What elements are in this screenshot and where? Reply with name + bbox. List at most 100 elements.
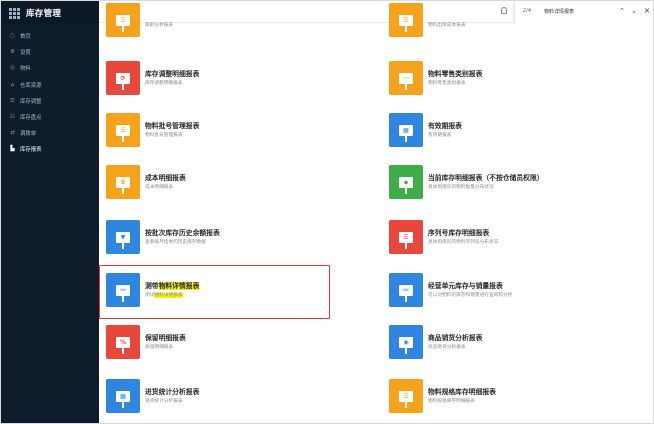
report-card-top-right[interactable]: ☰ 物料出库成本报表 [382, 3, 652, 53]
sidebar-item[interactable]: ○ 首页 [1, 28, 99, 44]
report-icon: ☰ [389, 3, 423, 37]
report-card-material-retail-category[interactable]: ··· 物料零售类别报表 物料零售类别报表 [382, 61, 652, 111]
signboard-icon: ☰ [399, 231, 413, 249]
sidebar-header: 库存管理 [1, 1, 99, 25]
report-title[interactable]: 物料零售类别报表 [428, 68, 482, 78]
sidebar-item-label: 仓库资源 [20, 82, 42, 89]
signboard-icon: ⚯ [399, 284, 413, 302]
signboard-icon: ◉ [399, 336, 413, 354]
sidebar-item-label: 首页 [20, 34, 31, 41]
signboard-icon: ☰ [116, 14, 130, 32]
sidebar-item[interactable]: ☰ 库存调整 [1, 93, 99, 109]
signboard-icon: ▦ [116, 390, 130, 408]
report-description: 具体到库房的物料数量分布状况 [428, 185, 494, 190]
report-description: 物料规格库存明细报表 [428, 399, 475, 404]
report-description: 保留明细报表 [145, 345, 174, 350]
report-description: 进货统计分析报表 [145, 399, 183, 404]
report-card-stock-adjust-detail[interactable]: ⟳ 库存调整明细报表 库存调整明细报表 [99, 61, 369, 111]
report-icon: ☰ [389, 379, 423, 413]
signboard-icon: % [116, 336, 130, 354]
report-card-purchase-sales-stats[interactable]: ▦ 进货统计分析报表 进货统计分析报表 [99, 379, 369, 423]
report-icon: % [106, 325, 140, 359]
sidebar-item[interactable]: ⌂ 仓库资源 [1, 77, 99, 93]
adjust-icon: ☰ [10, 97, 15, 104]
report-icon: ☰ [106, 113, 140, 147]
report-title[interactable]: 有效期报表 [428, 120, 462, 130]
report-card-cost-detail[interactable]: $ 成本明细报表 成本明细报表 [99, 165, 369, 215]
report-card-top-left[interactable]: ☰ 库龄分析报表 [99, 3, 369, 53]
transfer-icon: ⇄ [10, 130, 15, 137]
sidebar-item[interactable]: ⇄ 调拨单 [1, 125, 99, 141]
report-description: 成本明细报表 [145, 185, 174, 190]
report-description: 库存调整明细报表 [145, 81, 183, 86]
signboard-icon: ▦ [399, 124, 413, 142]
sidebar-item-label: 库存盘点 [20, 115, 42, 122]
box-icon: ◎ [10, 65, 15, 72]
report-title[interactable]: 物料批号管理报表 [145, 120, 199, 130]
report-card-business-unit-stock-sales[interactable]: ⚯ 经营单元库存与销量报表可以对物料的库存和销量进行查询和分析 [382, 273, 652, 323]
report-icon: ⟳ [106, 61, 140, 95]
sidebar-item-label: 物料 [20, 66, 31, 73]
report-icon: ◆ [389, 165, 423, 199]
report-title[interactable]: 按批次库存历史余额报表 [145, 227, 220, 237]
report-grid: ☰ 物料规格库存明细报表 物料规格库存明细报表 ▦ 进货统计分析报表 进货统计分析报表 ◉ 商… [99, 3, 653, 423]
report-title[interactable]: 当前库存明细报表（不按仓储员权限） [428, 172, 544, 182]
sidebar-item-label: 库存调整 [20, 98, 42, 105]
signboard-icon: $ [116, 176, 130, 194]
report-title[interactable]: 成本明细报表 [145, 172, 186, 182]
sidebar-item-label: 设置 [20, 50, 31, 57]
checklist-icon: ☷ [10, 114, 15, 121]
sidebar-item[interactable]: ☷ 库存盘点 [1, 109, 99, 125]
report-card-material-spec-stock-detail[interactable]: ☰ 物料规格库存明细报表 物料规格库存明细报表 [382, 379, 652, 423]
signboard-icon: ☰ [399, 390, 413, 408]
report-description: 有效期报表 [428, 133, 452, 138]
report-description: 商品销货分析报表 [428, 345, 466, 350]
sidebar-item-label: 库存报表 [20, 147, 42, 154]
chart-icon: ▙ [10, 146, 15, 153]
sidebar-item[interactable]: ⚙ 设置 [1, 44, 99, 60]
report-icon: $ [106, 165, 140, 199]
sidebar-item[interactable]: ◎ 物料 [1, 60, 99, 76]
sidebar-item-label: 调拨单 [20, 131, 37, 138]
report-card-product-sales-analysis[interactable]: ◉ 商品销货分析报表 商品销货分析报表 [382, 325, 652, 375]
signboard-icon: ··· [399, 72, 413, 90]
signboard-icon: ▼ [116, 231, 130, 249]
report-card-retention-detail[interactable]: % 保留明细报表 保留明细报表 [99, 325, 369, 375]
apps-grid-icon[interactable] [9, 7, 20, 19]
sidebar-item[interactable]: ▙ 库存报表 [1, 141, 99, 157]
signboard-icon: ⟳ [116, 72, 130, 90]
warehouse-icon: ⌂ [10, 81, 15, 88]
report-icon: ☰ [106, 3, 140, 37]
report-description: 物料批号管理报表 [145, 133, 183, 138]
report-title[interactable]: 序列号库存明细报表 [428, 227, 489, 237]
report-title[interactable]: 商品销货分析报表 [428, 332, 482, 342]
app-title: 库存管理 [26, 9, 62, 19]
report-description: 物料出库成本报表 [428, 23, 466, 28]
sidebar-menu: ○ 首页 ⚙ 设置 ◎ 物料 ⌂ 仓库资源 ☰ 库存调整 ☷ 库存盘点 ⇄ 调拨单 ▙ 库存报表 [1, 25, 99, 158]
report-card-serial-stock-detail[interactable]: ☰ 序列号库存明细报表 具体到库房的物料序列号分布状况 [382, 220, 652, 270]
report-title[interactable]: 保留明细报表 [145, 332, 186, 342]
app-window: 库存管理 ○首页⚙设置◎物料⌂仓库资源☰库存调整☷库存盘点⇄调拨单▙库存报表 搜… [0, 0, 654, 424]
report-card-batch-history-balance[interactable]: ▼ 按批次库存历史余额报表 查看每月结余的历史库存数据 [99, 220, 369, 270]
report-title[interactable]: 经营单元库存与销量报表 [428, 280, 503, 290]
signboard-icon: ☰ [399, 14, 413, 32]
report-icon: ☰ [389, 220, 423, 254]
signboard-icon: ☰ [116, 124, 130, 142]
selection-highlight-box [99, 265, 330, 319]
report-description: 可以对物料的库存和销量进行查询和分析 [428, 293, 513, 298]
report-description: 库龄分析报表 [145, 23, 174, 28]
report-icon: ··· [389, 61, 423, 95]
report-title[interactable]: 物料规格库存明细报表 [428, 386, 496, 396]
report-icon: ▦ [106, 379, 140, 413]
report-description: 物料零售类别报表 [428, 81, 466, 86]
report-icon: ⚯ [389, 273, 423, 307]
report-card-material-batch[interactable]: ☰ 物料批号管理报表 物料批号管理报表 [99, 113, 369, 163]
report-icon: ▼ [106, 220, 140, 254]
report-title[interactable]: 进货统计分析报表 [145, 386, 199, 396]
report-card-current-stock-detail[interactable]: ◆ 当前库存明细报表（不按仓储员权限） 具体到库房的物料数量分布状况 [382, 165, 652, 215]
signboard-icon: ◆ [399, 176, 413, 194]
report-card-expiry-report[interactable]: ▦ 有效期报表 有效期报表 [382, 113, 652, 163]
sidebar: 库存管理 ○ 首页 ⚙ 设置 ◎ 物料 ⌂ 仓库资源 ☰ 库存调整 ☷ 库存盘点 ⇄ 调拨单 ▙ 库存报表 [1, 1, 99, 423]
report-icon: ▦ [389, 113, 423, 147]
report-title[interactable]: 库存调整明细报表 [145, 68, 199, 78]
